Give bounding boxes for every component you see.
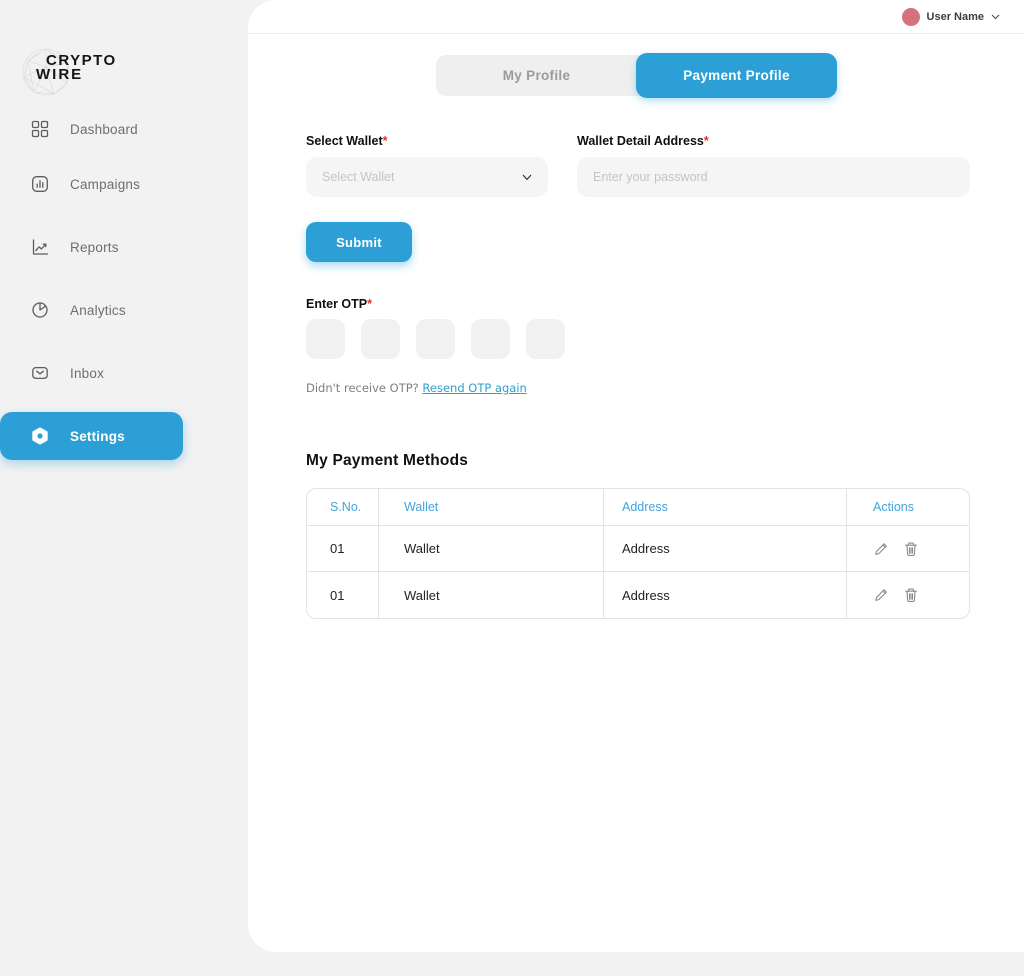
table-cell-wallet: Wallet [379,572,604,618]
sidebar-item-label: Reports [70,240,119,255]
sidebar-item-analytics[interactable]: Analytics [0,298,200,322]
otp-input-2[interactable] [361,319,400,359]
sidebar-item-dashboard[interactable]: Dashboard [0,117,200,141]
sidebar-item-label: Dashboard [70,122,138,137]
payment-methods-table: S.No. Wallet Address Actions 01 Wallet A… [306,488,970,619]
main-content-card: User Name My Profile Payment Profile Sel… [248,0,1024,952]
crypto-wire-logo: CRYPTO WIRE [20,44,130,102]
table-cell-actions [847,572,969,618]
sidebar-item-campaigns[interactable]: Campaigns [0,172,200,196]
edit-pencil-icon[interactable] [873,541,889,557]
column-header-sno: S.No. [307,489,379,526]
wallet-detail-address-label: Wallet Detail Address* [577,134,709,148]
profile-tabs: My Profile Payment Profile [436,55,836,96]
chevron-down-icon[interactable] [991,14,1000,20]
table-cell-address: Address [604,526,847,572]
otp-input-1[interactable] [306,319,345,359]
sidebar-item-inbox[interactable]: Inbox [0,361,200,385]
required-asterisk: * [704,134,709,148]
user-avatar[interactable] [902,8,920,26]
sidebar-item-label: Settings [70,429,125,444]
payment-methods-title: My Payment Methods [306,452,468,470]
settings-gear-icon [31,427,50,446]
sidebar-item-label: Analytics [70,303,126,318]
tab-my-profile[interactable]: My Profile [436,55,637,96]
select-wallet-placeholder: Select Wallet [322,170,394,184]
required-asterisk: * [367,297,372,311]
edit-pencil-icon[interactable] [873,587,889,603]
table-cell-sno: 01 [307,526,379,572]
user-name[interactable]: User Name [927,11,984,23]
sidebar-item-settings[interactable]: Settings [0,412,183,460]
wallet-detail-address-input[interactable] [577,157,970,197]
dashboard-grid-icon [31,120,50,139]
sidebar-item-label: Inbox [70,366,104,381]
reports-line-chart-icon [31,238,50,257]
select-wallet-dropdown[interactable]: Select Wallet [306,157,548,197]
table-cell-sno: 01 [307,572,379,618]
otp-input-4[interactable] [471,319,510,359]
column-header-wallet: Wallet [379,489,604,526]
logo-text: CRYPTO WIRE [46,54,117,83]
topbar: User Name [248,0,1024,34]
column-header-address: Address [604,489,847,526]
delete-trash-icon[interactable] [903,541,919,557]
table-cell-address: Address [604,572,847,618]
inbox-envelope-icon [31,364,50,383]
enter-otp-label: Enter OTP* [306,297,372,311]
analytics-pie-icon [31,301,50,320]
sidebar-item-label: Campaigns [70,177,140,192]
table-cell-actions [847,526,969,572]
select-wallet-label: Select Wallet* [306,134,388,148]
otp-help-text: Didn't receive OTP? Resend OTP again [306,381,527,395]
resend-otp-link[interactable]: Resend OTP again [422,381,526,395]
sidebar-item-reports[interactable]: Reports [0,235,200,259]
delete-trash-icon[interactable] [903,587,919,603]
sidebar: CRYPTO WIRE Dashboard Campaigns [0,0,248,976]
required-asterisk: * [383,134,388,148]
submit-button[interactable]: Submit [306,222,412,262]
logo-line2: WIRE [36,68,117,82]
otp-input-3[interactable] [416,319,455,359]
column-header-actions: Actions [847,489,969,526]
otp-inputs [306,319,565,359]
campaigns-bars-icon [31,175,50,194]
otp-input-5[interactable] [526,319,565,359]
chevron-down-icon [522,174,532,181]
table-cell-wallet: Wallet [379,526,604,572]
tab-payment-profile[interactable]: Payment Profile [636,53,837,98]
